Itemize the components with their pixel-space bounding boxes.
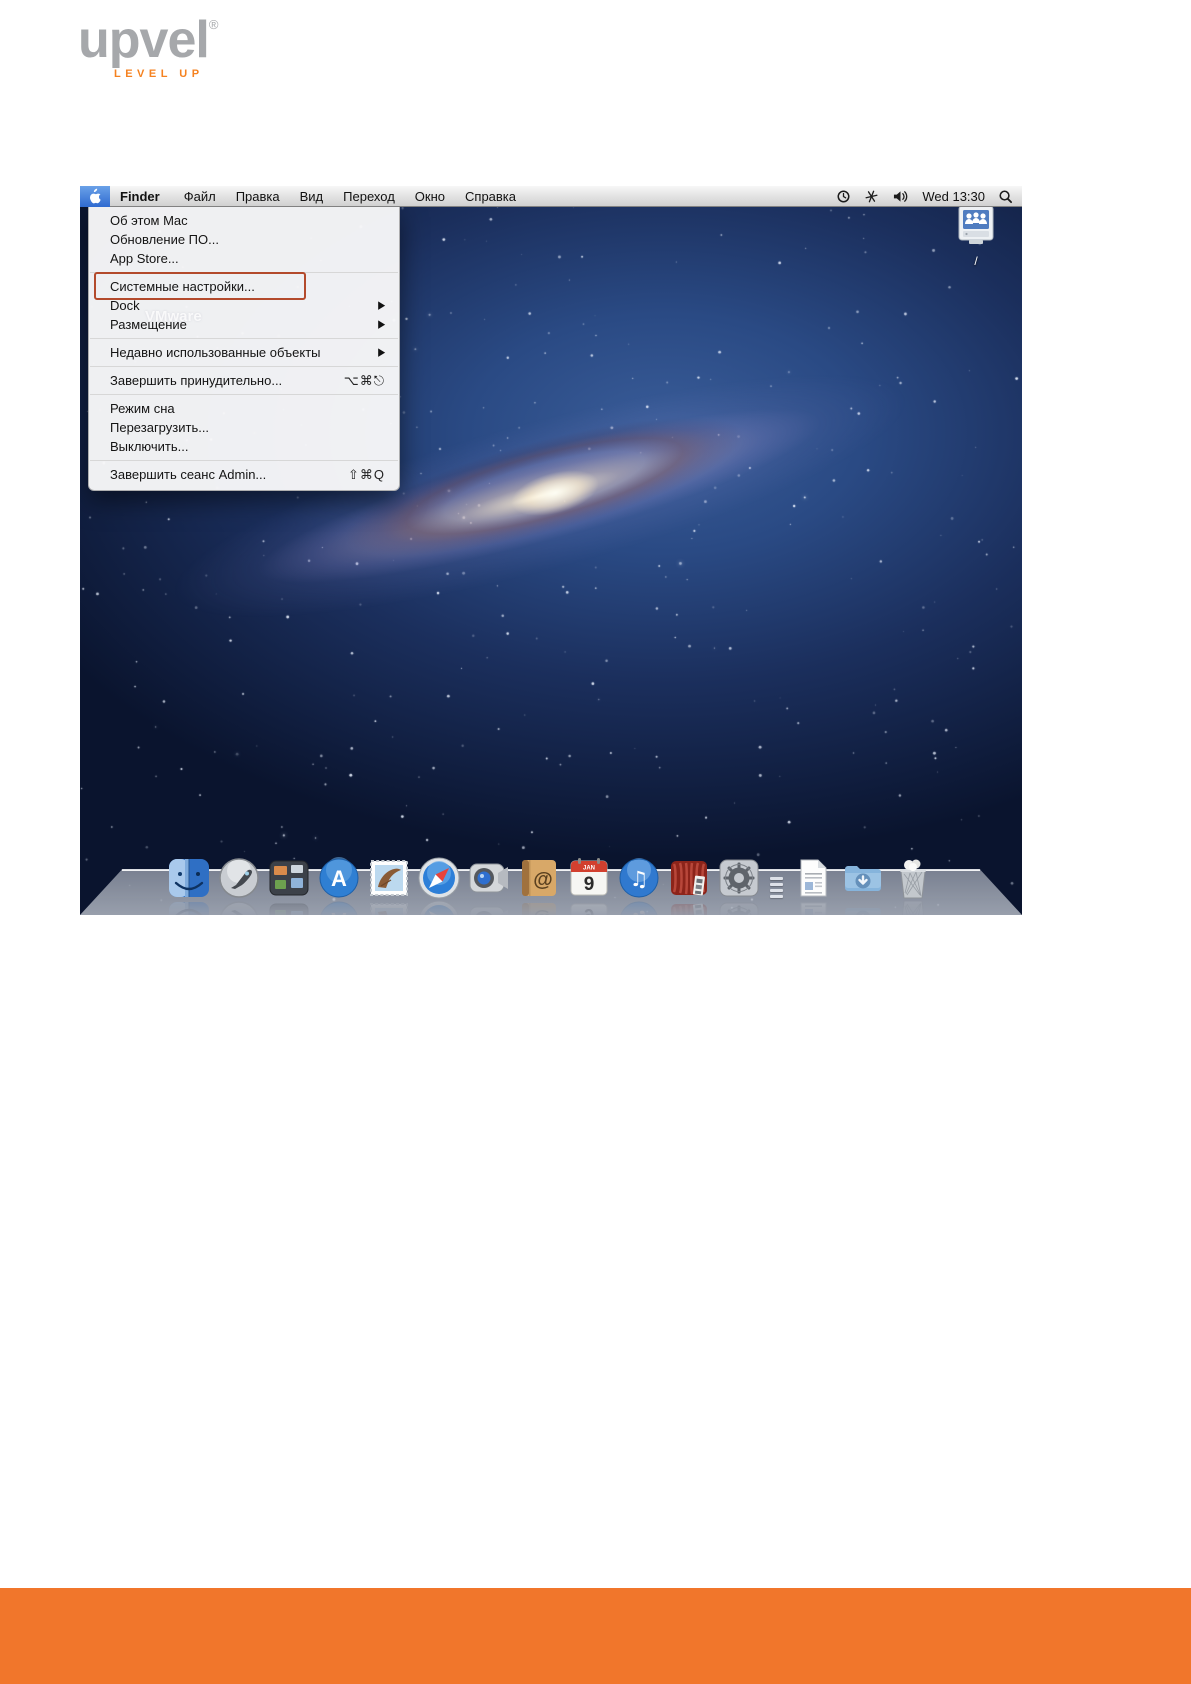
- dock-icon-launchpad[interactable]: [217, 856, 261, 915]
- logo-tagline: LEVEL UP: [114, 68, 204, 80]
- upvel-logo: upvel® LEVEL UP: [78, 14, 258, 80]
- menu-bar: Finder Файл Правка Вид Переход Окно Справка We…: [80, 186, 1022, 207]
- apple-menu-dropdown: VMware Об этом Mac Обновление ПО... App St…: [88, 207, 400, 491]
- menu-separator: [89, 362, 399, 371]
- menu-item-label: Завершить принудительно...: [110, 373, 283, 388]
- dock-icon-safari[interactable]: [417, 856, 461, 915]
- menu-separator: [89, 334, 399, 343]
- menu-item-label: Выключить...: [110, 439, 189, 454]
- svg-text:A: A: [331, 866, 347, 891]
- svg-text:@: @: [533, 869, 553, 891]
- dock-icon-address-book[interactable]: @@: [517, 856, 561, 915]
- menu-item-shortcut: ⇧⌘Q: [347, 467, 385, 482]
- dock-icon-photo-booth[interactable]: [667, 856, 711, 915]
- svg-text:♫: ♫: [630, 867, 649, 891]
- menu-separator: [89, 456, 399, 465]
- submenu-arrow-icon: ▶: [378, 317, 385, 330]
- menu-item-label: Обновление ПО...: [110, 232, 219, 247]
- submenu-arrow-icon: ▶: [378, 345, 385, 358]
- menu-item-обновление-по[interactable]: Обновление ПО...: [89, 230, 399, 249]
- menu-item-shortcut: ⌥⌘⎋: [343, 373, 385, 388]
- menu-item-label: Об этом Mac: [110, 213, 188, 228]
- menubar-item-файл[interactable]: Файл: [174, 186, 226, 207]
- dock-icon-mail[interactable]: [367, 856, 411, 915]
- airport-icon[interactable]: [864, 189, 879, 204]
- menu-item-завершить-принудительно[interactable]: Завершить принудительно... ⌥⌘⎋: [89, 371, 399, 390]
- dock-icon-ical[interactable]: JAN9JAN9: [567, 856, 611, 915]
- footer-band: [0, 1588, 1191, 1684]
- menu-item-label: Системные настройки...: [110, 279, 255, 294]
- menu-item-режим-сна[interactable]: Режим сна: [89, 399, 399, 418]
- menubar-item-окно[interactable]: Окно: [405, 186, 455, 207]
- menu-item-label: Dock: [110, 298, 140, 313]
- time-machine-icon[interactable]: [836, 189, 851, 204]
- menu-item-выключить[interactable]: Выключить...: [89, 437, 399, 456]
- svg-text:JAN: JAN: [583, 866, 595, 872]
- logo-brand: upvel®: [78, 11, 219, 69]
- dock-icon-itunes[interactable]: ♫♫: [617, 856, 661, 915]
- menu-item-dock[interactable]: Dock ▶: [89, 296, 399, 315]
- volume-icon[interactable]: [892, 189, 909, 204]
- dock-separator: [767, 854, 785, 900]
- menubar-item-переход[interactable]: Переход: [333, 186, 405, 207]
- dock-icon-system-preferences[interactable]: [717, 856, 761, 915]
- dock-icon-finder[interactable]: [167, 856, 211, 915]
- dock-icon-mission-control[interactable]: [267, 856, 311, 915]
- menubar-item-вид[interactable]: Вид: [290, 186, 334, 207]
- dock-icon-trash[interactable]: [891, 856, 935, 915]
- menu-item-label: Размещение: [110, 317, 187, 332]
- dock-icon-app-store[interactable]: AA: [317, 856, 361, 915]
- macos-desktop-screenshot: Finder Файл Правка Вид Переход Окно Справка We…: [80, 186, 1022, 915]
- registered-mark: ®: [208, 17, 219, 32]
- dock-icon-document[interactable]: [791, 856, 835, 915]
- apple-menu-button[interactable]: [80, 186, 110, 207]
- menu-item-label: Режим сна: [110, 401, 175, 416]
- dock-icon-facetime[interactable]: [467, 856, 511, 915]
- menu-item-label: Перезагрузить...: [110, 420, 210, 435]
- menu-item-размещение[interactable]: Размещение ▶: [89, 315, 399, 334]
- network-drive-icon: [952, 205, 1000, 252]
- menubar-item-finder[interactable]: Finder: [110, 186, 174, 207]
- menu-item-label: Завершить сеанс Admin...: [110, 467, 267, 482]
- dock: AA@@JAN9JAN9♫♫: [80, 854, 1022, 915]
- menu-item-app-store[interactable]: App Store...: [89, 249, 399, 268]
- network-volume-icon[interactable]: /: [948, 204, 1004, 268]
- spotlight-icon[interactable]: [998, 189, 1013, 204]
- dock-icon-downloads[interactable]: [841, 856, 885, 915]
- menu-item-label: App Store...: [110, 251, 179, 266]
- menu-item-label: Недавно использованные объекты: [110, 345, 321, 360]
- menu-item-системные-настройки[interactable]: Системные настройки...: [89, 277, 399, 296]
- menubar-item-справка[interactable]: Справка: [455, 186, 526, 207]
- menu-item-перезагрузить[interactable]: Перезагрузить...: [89, 418, 399, 437]
- manual-page: upvel® LEVEL UP Finder Файл Правка Вид Перех…: [0, 0, 1191, 1684]
- menu-item-завершить-сеанс-admin[interactable]: Завершить сеанс Admin... ⇧⌘Q: [89, 465, 399, 484]
- network-volume-label: /: [974, 254, 978, 268]
- svg-text:9: 9: [584, 874, 595, 895]
- menu-bar-clock[interactable]: Wed 13:30: [922, 189, 985, 204]
- apple-icon: [88, 188, 102, 205]
- menu-item-об-этом-mac[interactable]: Об этом Mac: [89, 211, 399, 230]
- menu-separator: [89, 390, 399, 399]
- menu-separator: [89, 268, 399, 277]
- menu-item-недавно-использованные-объекты[interactable]: Недавно использованные объекты ▶: [89, 343, 399, 362]
- menubar-item-правка[interactable]: Правка: [226, 186, 290, 207]
